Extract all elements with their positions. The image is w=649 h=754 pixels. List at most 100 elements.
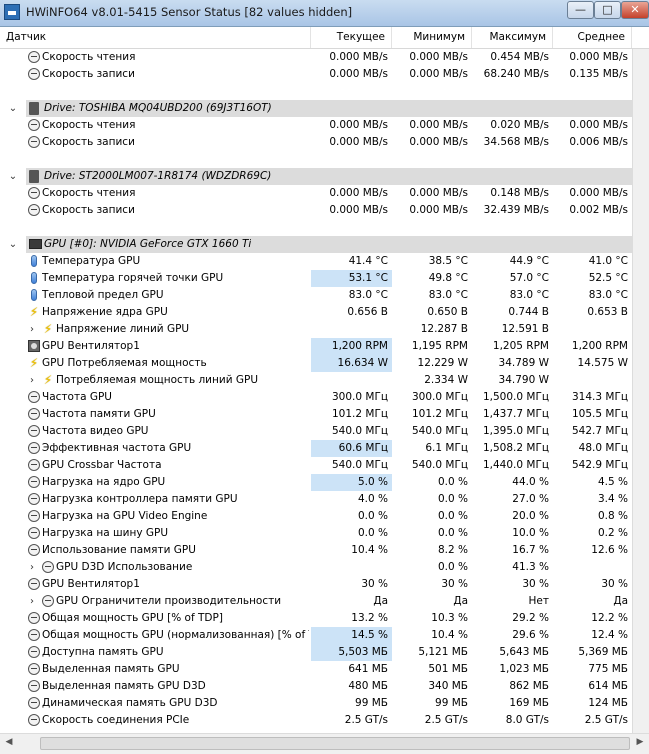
value-min: 0.0 % xyxy=(437,476,468,488)
column-header-min[interactable]: Минимум xyxy=(392,27,472,48)
value-min: 101.2 МГц xyxy=(411,408,468,420)
value-max: 169 МБ xyxy=(509,697,549,709)
sensor-row[interactable]: Тепловой предел GPU 83.0 °C 83.0 °C 83.0 °C… xyxy=(0,287,632,304)
value-cur: 83.0 °C xyxy=(348,289,388,301)
collapse-chevron-icon[interactable]: ⌄ xyxy=(8,100,18,117)
sensor-row[interactable]: Общая мощность GPU (нормализованная) [% … xyxy=(0,627,632,644)
value-cur: 0.0 % xyxy=(357,510,388,522)
sensor-row[interactable]: Выделенная память GPU D3D 480 МБ 340 МБ 862… xyxy=(0,678,632,695)
sensor-row[interactable]: Использование памяти GPU 10.4 % 8.2 % 16.7 … xyxy=(0,542,632,559)
value-cur: 0.000 MB/s xyxy=(329,136,388,148)
minimize-button[interactable]: — xyxy=(567,1,594,19)
sensor-row[interactable]: Нагрузка на шину GPU 0.0 % 0.0 % 10.0 % 0.2 … xyxy=(0,525,632,542)
sensor-row[interactable]: Скорость соединения PCIe 2.5 GT/s 2.5 GT/s… xyxy=(0,712,632,729)
sensor-label: Общая мощность GPU [% of TDP] xyxy=(42,612,223,624)
sensor-row[interactable]: Скорость записи 0.000 MB/s 0.000 MB/s 32.43… xyxy=(0,202,632,219)
sensor-row[interactable]: Частота видео GPU 540.0 МГц 540.0 МГц 1,395… xyxy=(0,423,632,440)
group-label: Drive: TOSHIBA MQ04UBD200 (69J3T16OT) xyxy=(44,102,272,114)
value-avg: 12.2 % xyxy=(591,612,628,624)
sensor-group-header[interactable]: ⌄ Drive: TOSHIBA MQ04UBD200 (69J3T16OT) xyxy=(0,100,632,117)
column-header-current[interactable]: Текущее xyxy=(311,27,392,48)
column-header-avg[interactable]: Среднее xyxy=(553,27,632,48)
sensor-row[interactable]: GPU Crossbar Частота 540.0 МГц 540.0 МГц 1,… xyxy=(0,457,632,474)
value-cur: 101.2 МГц xyxy=(331,408,388,420)
row-spacer xyxy=(0,151,632,168)
sensor-group-header[interactable]: ⌄ GPU [#0]: NVIDIA GeForce GTX 1660 Ti xyxy=(0,236,632,253)
value-cur: 0.000 MB/s xyxy=(329,204,388,216)
sensor-subgroup-row[interactable]: › ⚡ Потребляемая мощность линий GPU 2.334 W… xyxy=(0,372,632,389)
value-max: 10.0 % xyxy=(512,527,549,539)
expand-chevron-icon[interactable]: › xyxy=(27,321,37,338)
sensor-label: Частота видео GPU xyxy=(42,425,149,437)
sensor-subgroup-row[interactable]: › GPU D3D Использование 0.0 % 41.3 % xyxy=(0,559,632,576)
sensor-clock-icon xyxy=(28,544,40,556)
sensor-row[interactable]: Общая мощность GPU [% of TDP] 13.2 % 10.3 … xyxy=(0,610,632,627)
horizontal-scroll-thumb[interactable] xyxy=(40,737,630,750)
sensor-label: Нагрузка на ядро GPU xyxy=(42,476,166,488)
sensor-row[interactable]: Скорость чтения 0.000 MB/s 0.000 MB/s 0.454… xyxy=(0,49,632,66)
sensor-subgroup-row[interactable]: › ⚡ Напряжение линий GPU 12.287 В 12.591 В xyxy=(0,321,632,338)
sensor-row[interactable]: Нагрузка контроллера памяти GPU 4.0 % 0.0 … xyxy=(0,491,632,508)
value-avg: 0.002 MB/s xyxy=(569,204,628,216)
sensor-row[interactable]: Эффективная частота GPU 60.6 МГц 6.1 МГц 1,… xyxy=(0,440,632,457)
sensor-clock-icon xyxy=(42,561,54,573)
sensor-row[interactable]: GPU Вентилятор1 1,200 RPM 1,195 RPM 1,205 R… xyxy=(0,338,632,355)
sensor-label: Скорость записи xyxy=(42,68,135,80)
sensor-row[interactable]: Скорость чтения 0.000 MB/s 0.000 MB/s 0.020… xyxy=(0,117,632,134)
column-header-sensor[interactable]: Датчик xyxy=(0,27,311,48)
close-button[interactable]: ✕ xyxy=(621,1,649,19)
horizontal-scrollbar[interactable]: ◀ ▶ xyxy=(0,733,649,754)
value-cur xyxy=(311,372,392,389)
drive-icon xyxy=(29,102,39,115)
scroll-left-arrow-icon[interactable]: ◀ xyxy=(2,737,16,747)
value-cur: 1,200 RPM xyxy=(311,338,392,355)
sensor-list[interactable]: Скорость чтения 0.000 MB/s 0.000 MB/s 0.454… xyxy=(0,49,632,733)
value-avg: 542.7 МГц xyxy=(571,425,628,437)
sensor-row[interactable]: ⚡ Напряжение ядра GPU 0.656 В 0.650 В 0.744 … xyxy=(0,304,632,321)
sensor-row[interactable]: Скорость записи 0.000 MB/s 0.000 MB/s 68.24… xyxy=(0,66,632,83)
value-max: 1,440.0 МГц xyxy=(482,459,549,471)
value-min: 0.650 В xyxy=(427,306,468,318)
sensor-row[interactable]: Выделенная память GPU 641 МБ 501 МБ 1,023 М… xyxy=(0,661,632,678)
expand-chevron-icon[interactable]: › xyxy=(27,559,37,576)
value-max: 41.3 % xyxy=(512,561,549,573)
column-header-max[interactable]: Максимум xyxy=(472,27,553,48)
sensor-clock-icon xyxy=(28,510,40,522)
expand-chevron-icon[interactable]: › xyxy=(27,372,37,389)
value-avg: 0.2 % xyxy=(597,527,628,539)
sensor-row[interactable]: Температура GPU 41.4 °C 38.5 °C 44.9 °C 41.0… xyxy=(0,253,632,270)
sensor-row[interactable]: Нагрузка на ядро GPU 5.0 % 0.0 % 44.0 % 4.5 … xyxy=(0,474,632,491)
value-cur: 14.5 % xyxy=(311,627,392,644)
sensor-row[interactable]: Доступна память GPU 5,503 МБ 5,121 МБ 5,643… xyxy=(0,644,632,661)
value-max: 1,205 RPM xyxy=(492,340,549,352)
collapse-chevron-icon[interactable]: ⌄ xyxy=(8,168,18,185)
sensor-row[interactable]: Динамическая память GPU D3D 99 МБ 99 МБ 169… xyxy=(0,695,632,712)
row-spacer xyxy=(0,83,632,100)
sensor-row[interactable]: GPU Вентилятор1 30 % 30 % 30 % 30 % xyxy=(0,576,632,593)
sensor-clock-icon xyxy=(28,68,40,80)
window-title: HWiNFO64 v8.01-5415 Sensor Status [82 va… xyxy=(26,5,353,19)
vertical-scrollbar[interactable] xyxy=(632,49,649,733)
sensor-label: Напряжение линий GPU xyxy=(56,323,190,335)
sensor-row[interactable]: Частота GPU 300.0 МГц 300.0 МГц 1,500.0 МГц… xyxy=(0,389,632,406)
sensor-row[interactable]: ⚡ GPU Потребляемая мощность 16.634 W 12.229… xyxy=(0,355,632,372)
scroll-right-arrow-icon[interactable]: ▶ xyxy=(633,737,647,747)
value-max: 0.020 MB/s xyxy=(490,119,549,131)
collapse-chevron-icon[interactable]: ⌄ xyxy=(8,236,18,253)
sensor-label: Скорость чтения xyxy=(42,119,136,131)
value-avg: 12.4 % xyxy=(591,629,628,641)
sensor-row[interactable]: Температура горячей точки GPU 53.1 °C 49.8… xyxy=(0,270,632,287)
sensor-subgroup-row[interactable]: › GPU Ограничители производительности Да Да… xyxy=(0,593,632,610)
sensor-row[interactable]: Частота памяти GPU 101.2 МГц 101.2 МГц 1,43… xyxy=(0,406,632,423)
sensor-group-header[interactable]: ⌄ Drive: ST2000LM007-1R8174 (WDZDR69C) xyxy=(0,168,632,185)
sensor-row[interactable]: Скорость чтения 0.000 MB/s 0.000 MB/s 0.148… xyxy=(0,185,632,202)
lightning-icon: ⚡ xyxy=(43,322,53,336)
sensor-row[interactable]: Скорость записи 0.000 MB/s 0.000 MB/s 34.56… xyxy=(0,134,632,151)
value-cur xyxy=(311,559,392,576)
sensor-row[interactable]: Нагрузка на GPU Video Engine 0.0 % 0.0 % 20… xyxy=(0,508,632,525)
value-cur: 5.0 % xyxy=(311,474,392,491)
maximize-button[interactable]: □ xyxy=(594,1,621,19)
expand-chevron-icon[interactable]: › xyxy=(27,593,37,610)
value-min: 99 МБ xyxy=(435,697,468,709)
value-avg xyxy=(553,372,632,389)
